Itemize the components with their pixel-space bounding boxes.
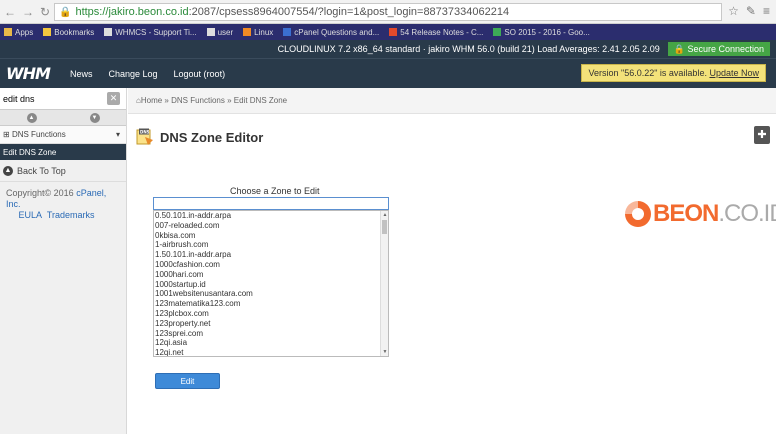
nav-news[interactable]: News xyxy=(70,69,93,79)
star-icon[interactable]: ☆ xyxy=(728,4,739,18)
beon-logo: BEON.CO.ID xyxy=(625,200,776,228)
extension-icon[interactable]: ✎ xyxy=(746,4,756,18)
collapse-up-icon[interactable]: ▲ xyxy=(26,112,37,123)
zone-option[interactable]: 12qi.asia xyxy=(154,338,388,348)
lock-icon: 🔒 xyxy=(673,44,688,54)
whm-nav: WHM News Change Log Logout (root) Versio… xyxy=(0,58,776,88)
address-bar[interactable]: 🔒 https://jakiro.beon.co.id:2087/cpsess8… xyxy=(54,3,722,21)
bookmark-item[interactable]: Bookmarks xyxy=(43,27,94,37)
zone-option[interactable]: 0kbisa.com xyxy=(154,231,388,241)
secure-connection-badge: 🔒 Secure Connection xyxy=(667,42,770,56)
zone-option[interactable]: 123sprei.com xyxy=(154,329,388,339)
expand-down-icon[interactable]: ▼ xyxy=(89,112,100,123)
edit-button[interactable]: Edit xyxy=(155,373,220,389)
zone-option[interactable]: 0.50.101.in-addr.arpa xyxy=(154,211,388,221)
sidebar: ✕ ▲ ▼ ⊞ DNS Functions ▾ Edit DNS Zone ▲B… xyxy=(0,88,127,434)
bookmark-item[interactable]: Linux xyxy=(243,27,273,37)
chevron-down-icon: ▾ xyxy=(115,130,120,139)
lock-icon: 🔒 xyxy=(59,6,72,18)
clear-search-icon[interactable]: ✕ xyxy=(107,92,120,105)
scrollbar-thumb[interactable] xyxy=(382,220,387,234)
bookmark-item[interactable]: Apps xyxy=(4,27,33,37)
zone-option[interactable]: 1001websitenusantara.com xyxy=(154,289,388,299)
zone-option[interactable]: 1000startup.id xyxy=(154,280,388,290)
url-path: :2087/cpsess8964007554/?login=1&post_log… xyxy=(188,6,510,18)
zone-option[interactable]: 007-reloaded.com xyxy=(154,221,388,231)
zone-option[interactable]: 123matematika123.com xyxy=(154,299,388,309)
whm-logo[interactable]: WHM xyxy=(6,64,51,83)
bookmark-item[interactable]: user xyxy=(206,27,233,37)
dns-icon: ⊞ xyxy=(3,130,12,139)
reload-icon[interactable]: ↻ xyxy=(40,5,50,19)
url-host: https://jakiro.beon.co.id xyxy=(75,6,189,18)
bookmark-item[interactable]: cPanel Questions and... xyxy=(283,27,379,37)
trademarks-link[interactable]: Trademarks xyxy=(47,210,95,220)
scroll-down-icon[interactable]: ▼ xyxy=(381,348,388,356)
page-title: DNS DNS Zone Editor xyxy=(136,128,263,146)
forward-icon[interactable]: → xyxy=(22,5,34,19)
zone-list-scrollbar[interactable]: ▲ ▼ xyxy=(380,211,388,356)
sidebar-search: ✕ xyxy=(0,88,126,110)
copyright: Copyright© 2016 cPanel, Inc. EULA Tradem… xyxy=(6,188,107,220)
browser-toolbar: ← → ↻ 🔒 https://jakiro.beon.co.id:2087/c… xyxy=(0,0,776,24)
server-info: CLOUDLINUX 7.2 x86_64 standard · jakiro … xyxy=(277,44,660,54)
bookmarks-bar: Apps Bookmarks WHMCS - Support Ti... use… xyxy=(0,24,776,40)
zone-option[interactable]: 1000cfashion.com xyxy=(154,260,388,270)
dns-zone-icon: DNS xyxy=(136,128,153,145)
zone-option[interactable]: 1-airbrush.com xyxy=(154,240,388,250)
zone-option[interactable]: 12qi.net xyxy=(154,348,388,356)
zone-filter-input[interactable] xyxy=(153,197,389,210)
sidebar-category-dns-functions[interactable]: ⊞ DNS Functions ▾ xyxy=(0,126,126,144)
zone-label: Choose a Zone to Edit xyxy=(230,186,320,196)
zone-option[interactable]: 123plcbox.com xyxy=(154,309,388,319)
bookmark-item[interactable]: 54 Release Notes - C... xyxy=(389,27,483,37)
zone-option[interactable]: 123property.net xyxy=(154,319,388,329)
svg-text:DNS: DNS xyxy=(140,129,150,134)
nav-change-log[interactable]: Change Log xyxy=(108,69,157,79)
help-icon[interactable]: ✚ xyxy=(754,126,770,144)
zone-select-list[interactable]: 0.50.101.in-addr.arpa 007-reloaded.com 0… xyxy=(153,210,389,357)
update-now-link[interactable]: Update Now xyxy=(709,68,759,78)
zone-option[interactable]: 1000hari.com xyxy=(154,270,388,280)
eula-link[interactable]: EULA xyxy=(19,210,43,220)
nav-logout[interactable]: Logout (root) xyxy=(174,69,226,79)
arrow-up-icon: ▲ xyxy=(3,165,13,176)
bookmark-item[interactable]: SO 2015 - 2016 - Goo... xyxy=(493,27,590,37)
version-notice: Version "56.0.22" is available. Update N… xyxy=(581,64,766,82)
sidebar-item-edit-dns-zone[interactable]: Edit DNS Zone xyxy=(0,144,126,160)
sidebar-search-input[interactable] xyxy=(3,93,103,104)
main-content: ⌂ Home » DNS Functions » Edit DNS Zone D… xyxy=(128,88,776,434)
back-to-top-link[interactable]: ▲ Back To Top xyxy=(0,160,126,182)
whm-status-bar: CLOUDLINUX 7.2 x86_64 standard · jakiro … xyxy=(0,40,776,58)
breadcrumb: ⌂ Home » DNS Functions » Edit DNS Zone xyxy=(128,88,776,114)
scroll-up-icon[interactable]: ▲ xyxy=(381,211,388,219)
collapse-controls: ▲ ▼ xyxy=(0,110,126,126)
zone-option[interactable]: 1.50.101.in-addr.arpa xyxy=(154,250,388,260)
back-icon[interactable]: ← xyxy=(4,5,16,19)
beon-logo-icon xyxy=(625,201,651,227)
bookmark-item[interactable]: WHMCS - Support Ti... xyxy=(104,27,197,37)
menu-icon[interactable]: ≡ xyxy=(763,4,770,18)
